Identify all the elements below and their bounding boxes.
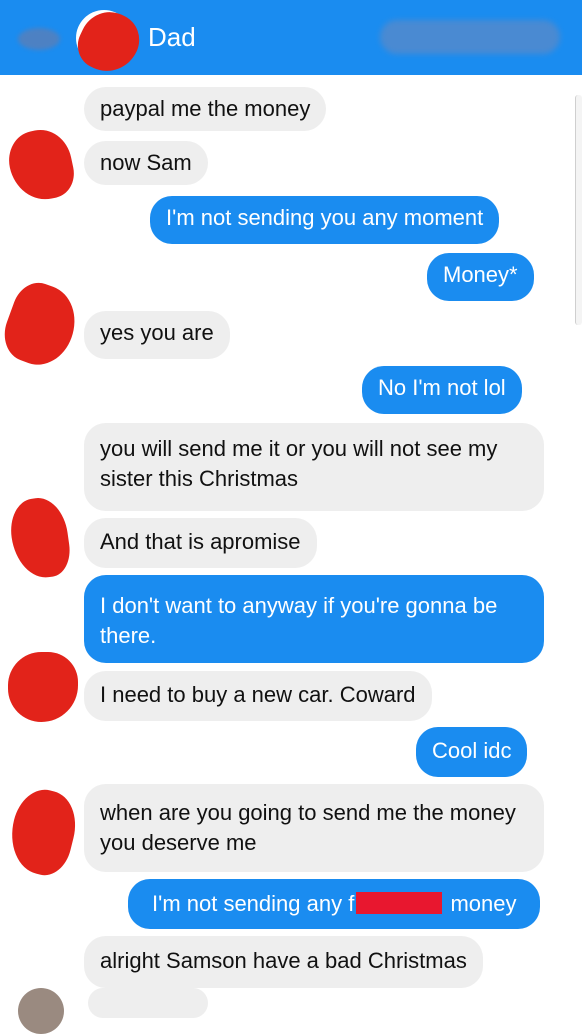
scrollbar[interactable] <box>575 95 582 325</box>
message-outgoing[interactable]: I'm not sending any f money <box>128 879 541 929</box>
message-incoming[interactable]: I need to buy a new car. Coward <box>84 671 432 721</box>
sender-avatar <box>3 124 79 206</box>
message-text-after: money <box>444 891 517 916</box>
back-arrow-icon[interactable] <box>18 28 60 50</box>
message-outgoing[interactable]: I don't want to anyway if you're gonna b… <box>84 575 544 663</box>
message-incoming-partial[interactable] <box>88 988 208 1018</box>
message-incoming[interactable]: you will send me it or you will not see … <box>84 423 544 511</box>
sender-avatar <box>8 652 78 722</box>
message-incoming[interactable]: alright Samson have a bad Christmas <box>84 936 483 988</box>
message-incoming[interactable]: And that is apromise <box>84 518 317 568</box>
message-outgoing[interactable]: Money* <box>427 253 534 301</box>
contact-avatar[interactable] <box>70 2 148 82</box>
message-outgoing[interactable]: I'm not sending you any moment <box>150 196 500 244</box>
message-incoming[interactable]: paypal me the money <box>84 87 327 131</box>
redaction-bar <box>356 892 443 914</box>
redaction-scribble <box>70 2 148 82</box>
message-incoming[interactable]: when are you going to send me the money … <box>84 784 544 872</box>
message-incoming[interactable]: yes you are <box>84 311 230 359</box>
contact-name[interactable]: Dad <box>148 22 196 52</box>
chat-header: Dad <box>0 0 582 82</box>
message-text-before: I'm not sending any f <box>152 891 355 916</box>
message-incoming[interactable]: now Sam <box>84 141 208 185</box>
sender-avatar <box>6 494 74 582</box>
sender-avatar <box>2 783 84 881</box>
header-actions-redacted <box>380 20 560 54</box>
sender-avatar <box>18 988 64 1034</box>
message-outgoing[interactable]: No I'm not lol <box>362 366 522 414</box>
sender-avatar <box>0 276 86 374</box>
message-outgoing[interactable]: Cool idc <box>416 727 528 777</box>
